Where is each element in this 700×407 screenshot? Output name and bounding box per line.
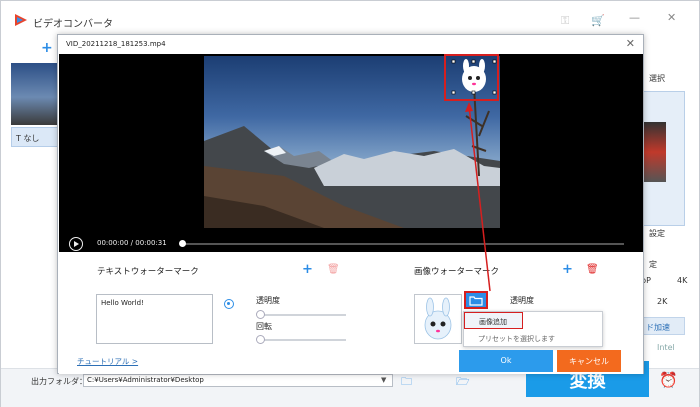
radio-icon[interactable] xyxy=(224,299,234,309)
seek-knob[interactable] xyxy=(179,240,186,247)
add-image-folder-button[interactable] xyxy=(464,291,488,309)
text-watermark-title: テキストウォーターマーク xyxy=(97,267,199,277)
text-opacity-knob[interactable] xyxy=(256,310,265,319)
video-preview xyxy=(59,54,643,234)
playback-controls: 00:00:00 / 00:00:31 xyxy=(59,234,643,252)
close-button[interactable]: ✕ xyxy=(667,11,676,24)
app-title: ビデオコンバータ xyxy=(33,19,113,30)
time-display: 00:00:00 / 00:00:31 xyxy=(97,239,167,247)
minimize-button[interactable]: — xyxy=(629,11,640,24)
rotate-knob[interactable] xyxy=(256,335,265,344)
chevron-down-icon[interactable]: ▼ xyxy=(381,376,386,384)
image-source-menu: 画像追加 プリセットを選択します xyxy=(463,311,603,347)
close-icon[interactable]: ✕ xyxy=(626,37,635,50)
hw-accel-button[interactable]: ド加速 xyxy=(641,317,685,335)
dialog-title: VID_20211218_181253.mp4 xyxy=(66,40,166,48)
time-total: 00:00:31 xyxy=(135,239,167,247)
folder-open-icon[interactable]: 🗀 xyxy=(401,373,412,392)
output-folder-icon[interactable]: 🗁 xyxy=(456,373,470,392)
format-select-label: 選択 xyxy=(649,74,665,83)
image-opacity-label: 透明度 xyxy=(510,296,534,305)
format-preview-panel[interactable] xyxy=(641,91,685,226)
format-thumbnail xyxy=(644,122,666,182)
settings-label[interactable]: 設定 xyxy=(649,228,665,239)
hw-accel-label: ド加速 xyxy=(646,323,670,332)
trash-icon[interactable]: 🗑 xyxy=(586,264,599,275)
intel-label: Intel xyxy=(657,343,675,352)
watermark-image-thumbnail[interactable] xyxy=(414,294,462,344)
cart-icon[interactable]: 🛒 xyxy=(591,14,605,27)
alarm-icon[interactable]: ⏰ xyxy=(659,371,678,389)
rotate-slider[interactable] xyxy=(260,339,346,341)
rotate-label: 回転 xyxy=(256,322,272,331)
add-text-watermark-icon[interactable]: + xyxy=(302,262,313,277)
res-2k-label: 2K xyxy=(657,297,668,306)
output-folder-label: 出力フォルダ： xyxy=(31,377,87,386)
tutorial-link[interactable]: チュートリアル > xyxy=(77,356,138,367)
text-icon: T xyxy=(16,134,21,143)
menu-item-add-image[interactable]: 画像追加 xyxy=(464,312,523,329)
none-label: なし xyxy=(23,134,40,143)
output-folder-input[interactable]: C:¥Users¥Administrator¥Desktop xyxy=(83,374,393,387)
mascot-icon xyxy=(424,297,452,340)
text-opacity-slider[interactable] xyxy=(260,314,346,316)
trash-icon[interactable]: 🗑 xyxy=(327,264,340,275)
add-file-icon[interactable]: + xyxy=(41,40,53,56)
ok-button[interactable]: Ok xyxy=(459,350,553,372)
menu-item-choose-preset[interactable]: プリセットを選択します xyxy=(464,330,602,347)
res-4k-label: 4K xyxy=(677,276,688,285)
time-current: 00:00:00 xyxy=(97,239,129,247)
play-icon[interactable] xyxy=(69,237,83,251)
app-titlebar: ビデオコンバータ ⚿ 🛒 — ✕ xyxy=(1,1,699,35)
folder-icon xyxy=(469,296,483,306)
settings2-label: 定 xyxy=(649,260,657,269)
dialog-titlebar: VID_20211218_181253.mp4 ✕ xyxy=(58,35,643,53)
watermark-highlight-box xyxy=(444,54,499,101)
image-watermark-title: 画像ウォーターマーク xyxy=(414,267,500,277)
app-logo-icon xyxy=(15,14,27,26)
file-thumbnail[interactable] xyxy=(11,63,61,125)
seek-bar[interactable] xyxy=(184,243,624,245)
key-icon[interactable]: ⚿ xyxy=(561,14,569,28)
add-image-watermark-icon[interactable]: + xyxy=(562,262,573,277)
watermark-text-input[interactable]: Hello World! xyxy=(96,294,213,344)
text-opacity-label: 透明度 xyxy=(256,296,280,305)
subtitle-none-tag[interactable]: T なし xyxy=(11,127,63,147)
cancel-button[interactable]: キャンセル xyxy=(557,350,621,372)
